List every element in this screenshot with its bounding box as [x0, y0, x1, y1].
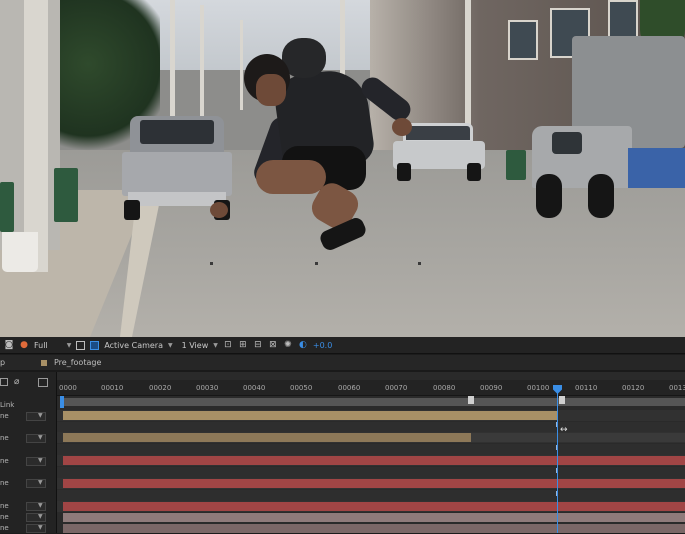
layer-row[interactable]: ne ▼ — [0, 523, 57, 534]
layer-row[interactable]: ne ▼ — [0, 478, 57, 489]
utility-pole — [465, 0, 471, 140]
motion-path-point[interactable] — [315, 262, 318, 265]
parent-dropdown[interactable] — [26, 434, 46, 443]
chevron-down-icon[interactable]: ▼ — [38, 479, 43, 486]
region-of-interest-icon[interactable] — [76, 340, 86, 350]
layer-row[interactable]: ne ▼ — [0, 512, 57, 523]
layer-bar[interactable] — [63, 456, 685, 465]
chevron-down-icon[interactable]: ▼ — [38, 434, 43, 441]
ruler-label: 00060 — [338, 384, 361, 392]
parent-dropdown[interactable] — [26, 479, 46, 488]
color-icon[interactable]: ● — [19, 340, 29, 350]
chevron-down-icon[interactable]: ▼ — [213, 342, 218, 349]
timeline-tracks[interactable]: 0000 00010 00020 00030 00040 00050 00060… — [57, 372, 685, 533]
layer-row[interactable]: ne ▼ — [0, 433, 57, 444]
track-row[interactable] — [57, 490, 685, 501]
ruler-label: 00100 — [527, 384, 550, 392]
parent-dropdown[interactable] — [26, 412, 46, 421]
ruler-label: 00030 — [196, 384, 219, 392]
layer-bar[interactable] — [63, 433, 471, 442]
ruler-label: 00040 — [243, 384, 266, 392]
ruler-label: 00110 — [575, 384, 598, 392]
transparency-grid-icon[interactable] — [90, 340, 100, 350]
work-area-bar[interactable] — [60, 398, 685, 406]
ruler-label: 00050 — [290, 384, 313, 392]
layout-icon[interactable]: ⊡ — [223, 340, 233, 350]
keyframe-marker[interactable] — [559, 396, 565, 404]
exposure-value[interactable]: +0.0 — [313, 341, 332, 350]
motion-path-point[interactable] — [210, 262, 213, 265]
flowchart-icon[interactable]: ⊠ — [268, 340, 278, 350]
ruler-label: 0000 — [59, 384, 77, 392]
box-truck-right — [532, 36, 685, 218]
chevron-down-icon[interactable]: ▼ — [67, 342, 72, 349]
utility-pole — [200, 5, 204, 120]
graph-editor-icon[interactable] — [38, 378, 48, 387]
chevron-down-icon[interactable]: ▼ — [38, 524, 43, 531]
chevron-down-icon[interactable]: ▼ — [38, 502, 43, 509]
tab-pre-footage[interactable]: Pre_footage — [54, 358, 101, 367]
chevron-down-icon[interactable]: ▼ — [168, 342, 173, 349]
current-time-indicator-line[interactable] — [557, 390, 558, 533]
view-layout-dropdown[interactable]: 1 View — [182, 341, 209, 350]
track-row[interactable] — [57, 444, 685, 455]
parent-dropdown[interactable] — [26, 457, 46, 466]
time-ruler[interactable]: 0000 00010 00020 00030 00040 00050 00060… — [57, 380, 685, 396]
trash-bin — [506, 150, 526, 180]
chevron-down-icon[interactable]: ▼ — [38, 457, 43, 464]
camera-dropdown[interactable]: Active Camera — [104, 341, 163, 350]
parent-dropdown[interactable] — [26, 524, 46, 533]
parent-dropdown[interactable] — [26, 513, 46, 522]
utility-pole — [170, 0, 175, 120]
layer-bar[interactable] — [63, 411, 558, 420]
ruler-label: 0013 — [669, 384, 685, 392]
layer-bar[interactable] — [63, 479, 685, 488]
camera-icon[interactable]: ◙ — [4, 340, 14, 350]
layer-bar-inactive[interactable] — [471, 433, 685, 442]
chevron-down-icon[interactable]: ▼ — [38, 513, 43, 520]
ruler-label: 00120 — [622, 384, 645, 392]
layer-bar[interactable] — [63, 524, 685, 533]
layer-row[interactable]: Link — [0, 400, 57, 411]
layer-bar[interactable] — [63, 502, 685, 511]
layer-row[interactable]: ne ▼ — [0, 411, 57, 422]
jumping-person — [208, 36, 420, 266]
layer-row[interactable]: ne ▼ — [0, 456, 57, 467]
track-row[interactable] — [57, 467, 685, 478]
tab-comp[interactable]: p — [0, 358, 5, 367]
ruler-label: 00010 — [101, 384, 124, 392]
timeline-tab-bar: p Pre_footage — [0, 355, 685, 372]
reset-exposure-icon[interactable]: ✺ — [283, 340, 293, 350]
parent-dropdown[interactable] — [26, 502, 46, 511]
pixel-aspect-icon[interactable]: ⊞ — [238, 340, 248, 350]
layer-icon[interactable] — [0, 378, 8, 386]
viewer-toolbar: ◙ ● Full ▼ Active Camera ▼ 1 View ▼ ⊡ ⊞ … — [0, 337, 685, 354]
trash-bin — [0, 182, 14, 232]
ruler-label: 00090 — [480, 384, 503, 392]
layer-panel: ⌀ Link ne ▼ ne ▼ ne ▼ ne ▼ ne ▼ ne ▼ ne ▼ — [0, 372, 57, 533]
trash-bin — [54, 168, 78, 222]
bucket — [2, 232, 38, 272]
motion-path-point[interactable] — [418, 262, 421, 265]
composition-viewer[interactable] — [0, 0, 685, 337]
exposure-icon[interactable]: ◐ — [298, 340, 308, 350]
composition-color-swatch — [41, 360, 47, 366]
layer-bar[interactable] — [63, 513, 685, 522]
keyframe-marker[interactable] — [468, 396, 474, 404]
resolution-dropdown[interactable]: Full — [34, 341, 48, 350]
resize-cursor-icon: ↔ — [560, 425, 568, 435]
ruler-label: 00020 — [149, 384, 172, 392]
fast-preview-icon[interactable]: ⊟ — [253, 340, 263, 350]
ruler-label: 00070 — [385, 384, 408, 392]
layer-row[interactable]: ne ▼ — [0, 501, 57, 512]
ruler-label: 00080 — [433, 384, 456, 392]
chevron-down-icon[interactable]: ▼ — [38, 412, 43, 419]
work-area-start-handle[interactable] — [60, 396, 64, 408]
link-icon[interactable]: ⌀ — [14, 377, 19, 387]
